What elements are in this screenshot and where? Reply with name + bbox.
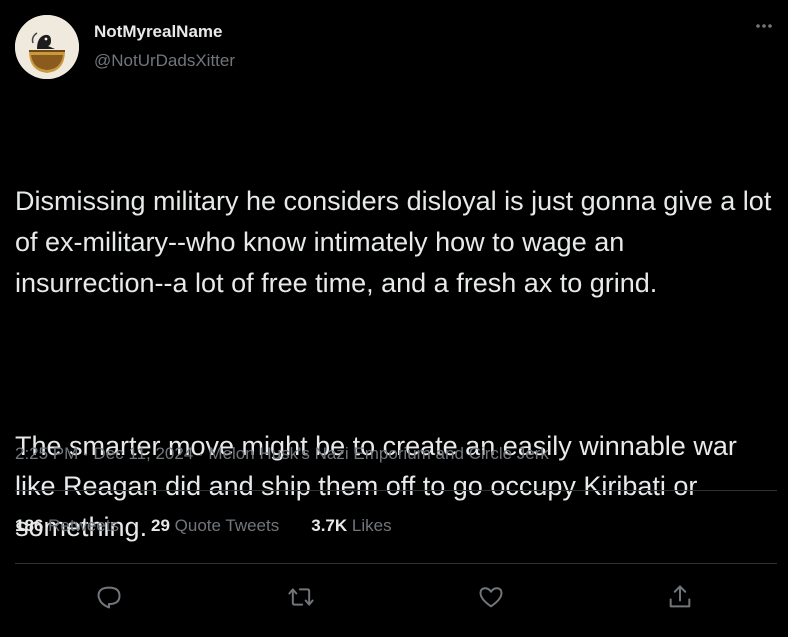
retweet-button[interactable] <box>287 583 315 611</box>
tweet-stats: 186 Retweets 29 Quote Tweets 3.7K Likes <box>15 516 424 536</box>
tweet-paragraph: Dismissing military he considers disloya… <box>15 186 779 298</box>
retweets-count: 186 <box>15 516 44 535</box>
retweets-stat[interactable]: 186 Retweets <box>15 516 119 536</box>
avatar-image <box>15 15 79 79</box>
tweet-date[interactable]: Dec 11, 2024 <box>93 444 193 463</box>
likes-count: 3.7K <box>311 516 348 535</box>
tweet-header: NotMyrealName @NotUrDadsXitter <box>15 15 235 79</box>
tweet-detail: NotMyrealName @NotUrDadsXitter Dismissin… <box>0 0 788 637</box>
likes-label: Likes <box>351 516 392 535</box>
retweet-icon <box>288 588 314 606</box>
meta-separator: · <box>193 444 209 463</box>
quotes-stat[interactable]: 29 Quote Tweets <box>151 516 279 536</box>
display-name[interactable]: NotMyrealName <box>94 22 235 42</box>
quotes-count: 29 <box>150 516 170 535</box>
retweets-label: Retweets <box>48 516 119 535</box>
likes-stat[interactable]: 3.7K Likes <box>311 516 391 536</box>
tweet-meta: 2:25 PM · Dec 11, 2024 · Melon Husk's Na… <box>15 444 549 464</box>
meta-separator: · <box>78 444 94 463</box>
tweet-source[interactable]: Melon Husk's Nazi Emporium and Circle Je… <box>208 444 549 463</box>
author-names: NotMyrealName @NotUrDadsXitter <box>94 15 235 79</box>
avatar[interactable] <box>15 15 79 79</box>
divider <box>15 563 777 564</box>
heart-icon <box>479 587 503 608</box>
divider <box>15 490 777 491</box>
quotes-label: Quote Tweets <box>174 516 280 535</box>
user-handle[interactable]: @NotUrDadsXitter <box>94 51 235 71</box>
share-button[interactable] <box>666 583 694 611</box>
like-button[interactable] <box>477 583 505 611</box>
reply-button[interactable] <box>95 583 123 611</box>
tweet-time[interactable]: 2:25 PM <box>15 444 78 463</box>
tweet-text: Dismissing military he considers disloya… <box>15 100 780 629</box>
share-upload-icon <box>669 585 691 608</box>
more-dots-icon[interactable] <box>754 16 774 36</box>
reply-bubble-icon <box>97 586 121 609</box>
